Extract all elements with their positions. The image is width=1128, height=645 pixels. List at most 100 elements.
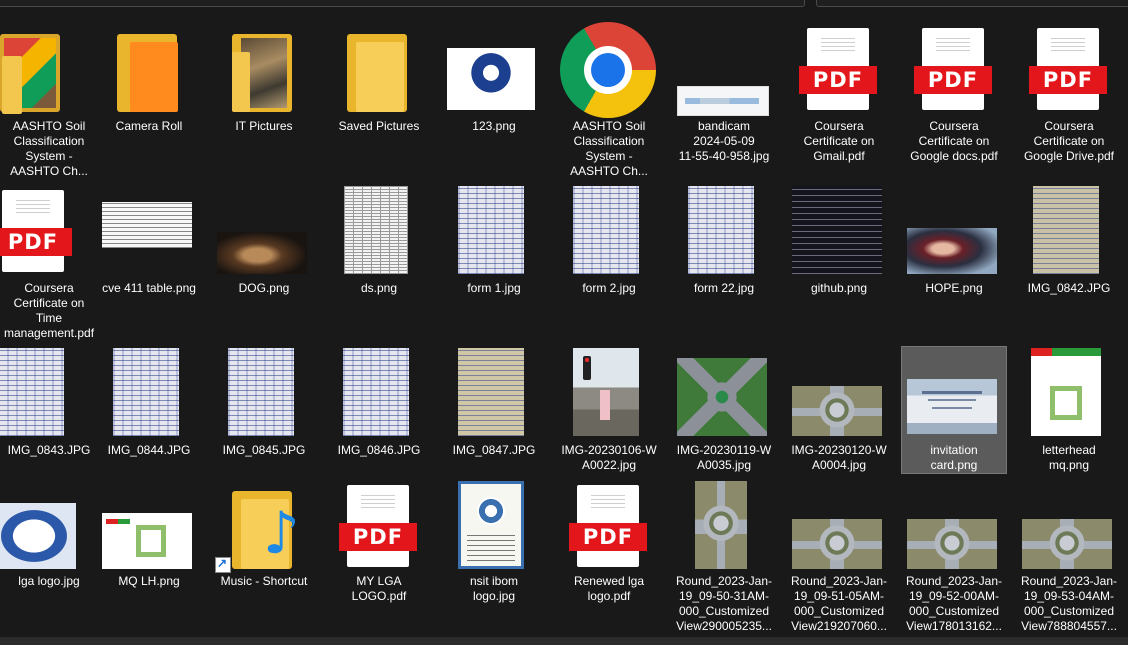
- roundabout-thumbnail: [671, 346, 777, 442]
- handwritten-page-thumbnail: [211, 346, 317, 442]
- file-item[interactable]: ds.png: [326, 184, 432, 344]
- file-label: IMG-20230120-W A0004.jpg: [791, 443, 887, 472]
- horizontal-scrollbar-track[interactable]: [0, 637, 1128, 645]
- file-label: AASHTO Soil Classification System - AASH…: [570, 119, 648, 178]
- file-item[interactable]: form 22.jpg: [671, 184, 777, 344]
- file-label: IMG_0845.JPG: [222, 443, 306, 457]
- file-label: ds.png: [360, 281, 398, 295]
- chrome-icon: [556, 22, 662, 118]
- file-label: MY LGA LOGO.pdf: [351, 574, 407, 603]
- file-label: MQ LH.png: [118, 574, 180, 588]
- file-item[interactable]: lga logo.jpg: [0, 479, 102, 639]
- logo-thumbnail: [0, 479, 102, 575]
- photo-folder-icon: [211, 22, 317, 118]
- screenshot-thumbnail: [671, 22, 777, 118]
- file-item[interactable]: PDF Coursera Certificate on Google docs.…: [901, 22, 1007, 182]
- file-item[interactable]: MQ LH.png: [96, 479, 202, 639]
- roundabout-thumbnail: [786, 346, 892, 442]
- file-item[interactable]: HOPE.png: [901, 184, 1007, 344]
- file-item[interactable]: PDF Coursera Certificate on Google Drive…: [1016, 22, 1122, 182]
- file-label: IMG-20230119-W A0035.jpg: [676, 443, 772, 472]
- handwritten-page-thumbnail: [0, 346, 102, 442]
- letterhead-thumbnail: [1016, 346, 1122, 442]
- file-label: IMG_0847.JPG: [452, 443, 536, 457]
- file-item[interactable]: form 2.jpg: [556, 184, 662, 344]
- photo-thumbnail: [901, 184, 1007, 280]
- file-label: IMG_0844.JPG: [107, 443, 191, 457]
- file-label: Music - Shortcut: [220, 574, 308, 588]
- roundabout-thumbnail: [671, 479, 777, 575]
- file-label: IMG_0843.JPG: [7, 443, 91, 457]
- pdf-icon: PDF: [326, 479, 432, 575]
- file-item[interactable]: cve 411 table.png: [96, 184, 202, 344]
- file-label: nsit ibom logo.jpg: [469, 574, 519, 603]
- handwritten-page-thumbnail: [441, 184, 547, 280]
- pdf-icon: PDF: [556, 479, 662, 575]
- file-label: HOPE.png: [925, 281, 983, 295]
- file-label: Camera Roll: [115, 119, 183, 133]
- file-item[interactable]: AASHTO Soil Classification System - AASH…: [556, 22, 662, 182]
- file-item[interactable]: Round_2023-Jan- 19_09-52-00AM- 000_Custo…: [901, 479, 1007, 639]
- file-item[interactable]: Round_2023-Jan- 19_09-53-04AM- 000_Custo…: [1016, 479, 1122, 639]
- file-item[interactable]: PDF Renewed lga logo.pdf: [556, 479, 662, 639]
- roundabout-thumbnail: [901, 479, 1007, 575]
- file-label: form 22.jpg: [693, 281, 755, 295]
- file-item[interactable]: 123.png: [441, 22, 547, 182]
- file-item[interactable]: Round_2023-Jan- 19_09-51-05AM- 000_Custo…: [786, 479, 892, 639]
- spreadsheet-thumbnail: [326, 184, 432, 280]
- handwritten-page-thumbnail: [556, 184, 662, 280]
- file-item[interactable]: PDF MY LGA LOGO.pdf: [326, 479, 432, 639]
- file-item[interactable]: PDF Coursera Certificate on Gmail.pdf: [786, 22, 892, 182]
- file-label: lga logo.jpg: [18, 574, 80, 588]
- orange-folder-icon: [96, 22, 202, 118]
- letterhead-thumbnail: [96, 479, 202, 575]
- folder-icon: [326, 22, 432, 118]
- file-item[interactable]: bandicam 2024-05-09 11-55-40-958.jpg: [671, 22, 777, 182]
- file-item[interactable]: nsit ibom logo.jpg: [441, 479, 547, 639]
- file-item[interactable]: IMG_0842.JPG: [1016, 184, 1122, 344]
- file-label: Coursera Certificate on Time management.…: [3, 281, 95, 340]
- file-label: cve 411 table.png: [102, 281, 196, 295]
- file-label: bandicam 2024-05-09 11-55-40-958.jpg: [678, 119, 770, 163]
- file-item[interactable]: AASHTO Soil Classification System - AASH…: [0, 22, 102, 182]
- pdf-icon: PDF: [0, 184, 102, 280]
- file-label: Coursera Certificate on Gmail.pdf: [803, 119, 875, 163]
- music-folder-shortcut-icon: ♪: [211, 479, 317, 575]
- file-label: DOG.png: [238, 281, 290, 295]
- file-label: github.png: [810, 281, 868, 295]
- file-label: Round_2023-Jan- 19_09-50-31AM- 000_Custo…: [675, 574, 773, 633]
- file-item[interactable]: PDF Coursera Certificate on Time managem…: [0, 184, 102, 344]
- photo-thumbnail: [211, 184, 317, 280]
- shortcut-arrow-icon: [215, 556, 231, 573]
- file-label: AASHTO Soil Classification System - AASH…: [10, 119, 88, 178]
- file-item-selected[interactable]: invitation card.png: [901, 346, 1007, 474]
- file-item[interactable]: Round_2023-Jan- 19_09-50-31AM- 000_Custo…: [671, 479, 777, 639]
- pdf-icon: PDF: [901, 22, 1007, 118]
- file-item[interactable]: github.png: [786, 184, 892, 344]
- file-label: Coursera Certificate on Google docs.pdf: [910, 119, 998, 163]
- file-item[interactable]: ♪ Music - Shortcut: [211, 479, 317, 639]
- file-item[interactable]: form 1.jpg: [441, 184, 547, 344]
- handwritten-page-thumbnail: [671, 184, 777, 280]
- file-label: Saved Pictures: [338, 119, 420, 133]
- address-bar-area: [0, 0, 1128, 10]
- file-item[interactable]: DOG.png: [211, 184, 317, 344]
- roundabout-thumbnail: [1016, 479, 1122, 575]
- file-item[interactable]: Camera Roll: [96, 22, 202, 182]
- handwritten-page-thumbnail: [326, 346, 432, 442]
- file-label: IT Pictures: [235, 119, 293, 133]
- file-item[interactable]: Saved Pictures: [326, 22, 432, 182]
- file-label: Round_2023-Jan- 19_09-51-05AM- 000_Custo…: [790, 574, 888, 633]
- dark-screenshot-thumbnail: [786, 184, 892, 280]
- search-field[interactable]: [816, 0, 1128, 7]
- file-label: IMG_0842.JPG: [1027, 281, 1111, 295]
- file-item[interactable]: IT Pictures: [211, 22, 317, 182]
- file-label: invitation card.png: [930, 443, 978, 472]
- image-thumbnail: [441, 22, 547, 118]
- file-label: 123.png: [472, 119, 516, 133]
- handwritten-page-thumbnail: [441, 346, 547, 442]
- certificate-thumbnail: [441, 479, 547, 575]
- pdf-icon: PDF: [1016, 22, 1122, 118]
- address-field[interactable]: [0, 0, 805, 7]
- file-label: form 1.jpg: [467, 281, 521, 295]
